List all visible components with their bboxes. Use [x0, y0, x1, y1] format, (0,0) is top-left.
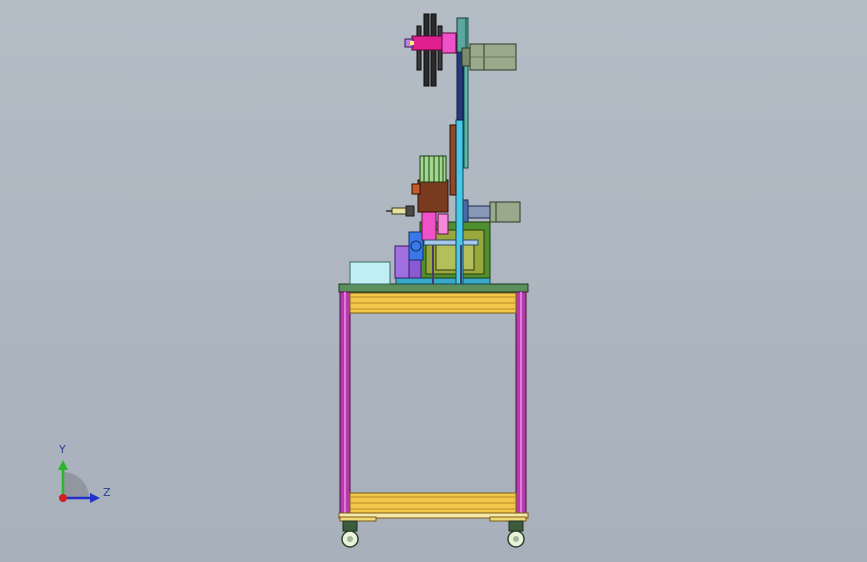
lower-crossbar — [349, 492, 517, 514]
fin-stack — [419, 155, 447, 183]
triad-y-label: Y — [59, 443, 66, 456]
top-bracket — [456, 17, 467, 53]
reel-hub — [404, 32, 457, 54]
table-top — [338, 283, 529, 293]
purple-bracket — [394, 245, 410, 279]
pink-slider — [421, 211, 437, 241]
caster-right — [507, 520, 525, 548]
control-box — [349, 261, 391, 285]
horizontal-arm — [423, 239, 479, 246]
coordinate-triad — [58, 460, 100, 503]
upper-crossbar — [349, 292, 517, 314]
brown-housing — [417, 179, 449, 213]
brown-column — [449, 124, 457, 196]
side-motor — [459, 199, 521, 223]
foot-plate-left — [339, 516, 377, 522]
base-plate — [395, 277, 491, 285]
caster-left — [341, 520, 359, 548]
cad-viewport[interactable] — [0, 0, 867, 562]
top-motor — [461, 43, 517, 71]
cable-connector — [386, 205, 415, 217]
triad-z-label: Z — [103, 486, 111, 499]
machine-assembly — [349, 13, 521, 285]
table-frame — [338, 283, 529, 548]
foot-plate-right — [489, 516, 527, 522]
triad-quadrant — [63, 472, 89, 498]
triad-origin — [59, 494, 67, 502]
